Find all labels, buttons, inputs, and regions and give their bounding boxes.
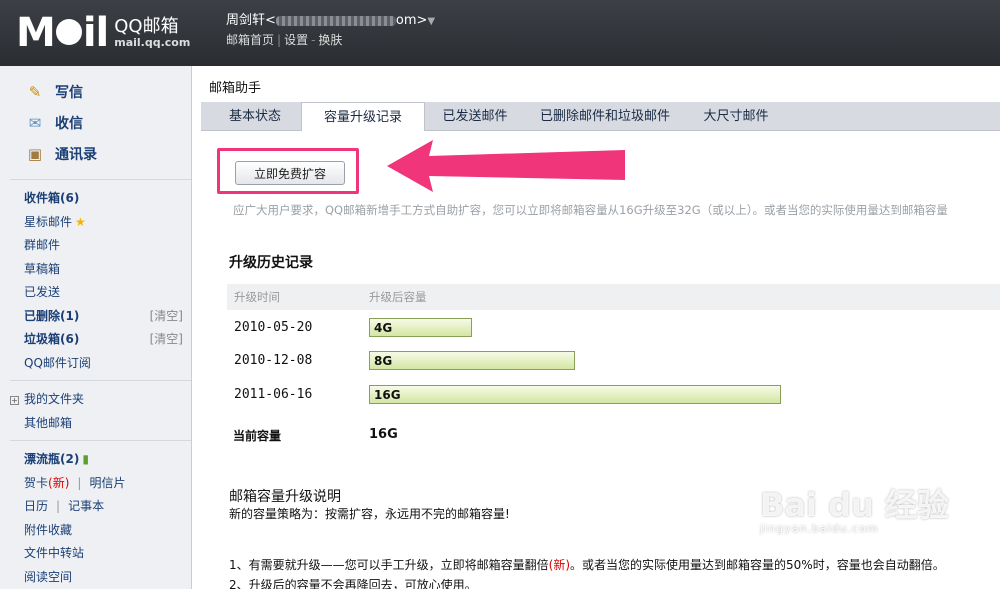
sidebar-item-drafts[interactable]: 草稿箱	[24, 257, 183, 281]
blurred-email	[275, 15, 396, 26]
tab-large-mail[interactable]: 大尺寸邮件	[691, 102, 781, 131]
tab-upgrade-history[interactable]: 容量升级记录	[301, 102, 425, 132]
tab-bar: 基本状态 容量升级记录 已发送邮件 已删除邮件和垃圾邮件 大尺寸邮件	[201, 102, 1000, 132]
clear-spam-link[interactable]: [清空]	[150, 330, 183, 347]
write-icon: ✎	[28, 82, 42, 101]
inbox-button[interactable]: ✉ 收信	[24, 107, 191, 138]
history-table-header: 升级时间 升级后容量	[227, 284, 1000, 310]
sidebar-item-attachments[interactable]: 附件收藏	[24, 518, 183, 542]
sidebar-item-starred[interactable]: 星标邮件 ★	[24, 210, 183, 234]
pointer-arrow-icon	[387, 140, 625, 192]
sidebar-item-other-mailbox[interactable]: 其他邮箱	[24, 411, 183, 435]
table-row: 2010-12-08 8G	[227, 345, 1000, 377]
current-capacity-value: 16G	[369, 427, 398, 442]
baidu-watermark: Bai du 经验 jingyan.baidu.com	[760, 486, 949, 535]
app-header: Mil QQ邮箱 mail.qq.com 周剑轩< om>▼ 邮箱首页 | 设置 - 换肤	[0, 0, 1000, 66]
explain-item-2: 2、升级后的容量不会再降回去，可放心使用。	[229, 578, 477, 589]
tab-sent-mail[interactable]: 已发送邮件	[429, 102, 521, 131]
history-title: 升级历史记录	[229, 255, 313, 271]
bottle-icon: ▮	[82, 452, 89, 467]
explain-subtitle: 新的容量策略为：按需扩容，永远用不完的邮箱容量!	[229, 507, 510, 521]
highlight-box: 立即免费扩容	[217, 148, 359, 194]
table-row: 2010-05-20 4G	[227, 312, 1000, 344]
tab-basic-status[interactable]: 基本状态	[209, 102, 301, 131]
sidebar-item-sent[interactable]: 已发送	[24, 280, 183, 304]
free-expand-button[interactable]: 立即免费扩容	[235, 161, 345, 185]
sidebar-item-reading[interactable]: 阅读空间	[24, 565, 183, 589]
table-row: 2011-06-16 16G	[227, 379, 1000, 411]
sidebar-item-group[interactable]: 群邮件	[24, 233, 183, 257]
write-button[interactable]: ✎ 写信	[24, 76, 191, 107]
sidebar-item-my-folders[interactable]: + 我的文件夹	[10, 387, 183, 411]
bell-logo-icon	[55, 19, 82, 45]
calendar-link[interactable]: 日历	[24, 499, 48, 513]
sidebar-item-subscription[interactable]: QQ邮件订阅	[24, 351, 183, 375]
expand-notice: 应广大用户要求，QQ邮箱新增手工方式自助扩容，您可以立即将邮箱容量从16G升级至…	[233, 203, 948, 217]
expand-plus-icon[interactable]: +	[10, 396, 19, 406]
sidebar-item-spam[interactable]: 垃圾箱(6) [清空]	[24, 327, 183, 351]
inbox-icon: ✉	[28, 113, 42, 132]
explain-title: 邮箱容量升级说明	[229, 489, 341, 505]
link-settings[interactable]: 设置	[284, 33, 308, 47]
sidebar-item-transfer[interactable]: 文件中转站	[24, 541, 183, 565]
contacts-icon: ▣	[27, 144, 43, 163]
logo-qq-text: QQ邮箱	[114, 16, 179, 38]
user-info: 周剑轩< om>▼ 邮箱首页 | 设置 - 换肤	[226, 12, 435, 49]
sidebar-item-inbox[interactable]: 收件箱(6)	[24, 186, 183, 210]
page-title: 邮箱助手	[209, 81, 262, 96]
capacity-bar: 8G	[369, 351, 575, 370]
capacity-bar: 16G	[369, 385, 781, 404]
sidebar-item-calendar-notes: 日历 | 记事本	[24, 499, 105, 514]
tab-deleted-spam[interactable]: 已删除邮件和垃圾邮件	[525, 102, 685, 131]
header-links: 邮箱首页 | 设置 - 换肤	[226, 33, 343, 47]
logo-url-text: mail.qq.com	[114, 35, 191, 49]
link-mail-home[interactable]: 邮箱首页	[226, 33, 274, 47]
col-upgrade-time: 升级时间	[234, 290, 280, 304]
link-skin[interactable]: 换肤	[318, 33, 342, 47]
explain-item-1: 1、有需要就升级——您可以手工升级，立即将邮箱容量翻倍(新)。或者当您的实际使用…	[229, 558, 945, 572]
notes-link[interactable]: 记事本	[68, 499, 104, 513]
clear-deleted-link[interactable]: [清空]	[150, 307, 183, 324]
qq-mail-logo[interactable]: Mil QQ邮箱 mail.qq.com	[16, 10, 190, 56]
user-account[interactable]: 周剑轩< om>▼	[226, 12, 435, 31]
upgrade-date: 2010-05-20	[234, 320, 313, 335]
sidebar-item-bottle[interactable]: 漂流瓶(2) ▮	[24, 447, 183, 471]
chevron-down-icon[interactable]: ▼	[427, 16, 435, 27]
logo-wordmark: Mil	[16, 10, 109, 56]
sidebar-item-cards: 贺卡(新) | 明信片	[24, 475, 126, 490]
contacts-button[interactable]: ▣ 通讯录	[24, 138, 191, 169]
upgrade-date: 2011-06-16	[234, 387, 313, 402]
sidebar: ✎ 写信 ✉ 收信 ▣ 通讯录 收件箱(6) 星标邮件 ★ 群邮件 草稿箱 已发送…	[0, 66, 192, 589]
col-upgrade-capacity: 升级后容量	[369, 290, 427, 304]
sidebar-item-deleted[interactable]: 已删除(1) [清空]	[24, 304, 183, 328]
card-link[interactable]: 贺卡(新)	[24, 476, 69, 490]
upgrade-date: 2010-12-08	[234, 353, 313, 368]
postcard-link[interactable]: 明信片	[89, 476, 125, 490]
capacity-bar: 4G	[369, 318, 472, 337]
star-icon: ★	[75, 214, 86, 229]
current-capacity-label: 当前容量	[233, 429, 282, 443]
